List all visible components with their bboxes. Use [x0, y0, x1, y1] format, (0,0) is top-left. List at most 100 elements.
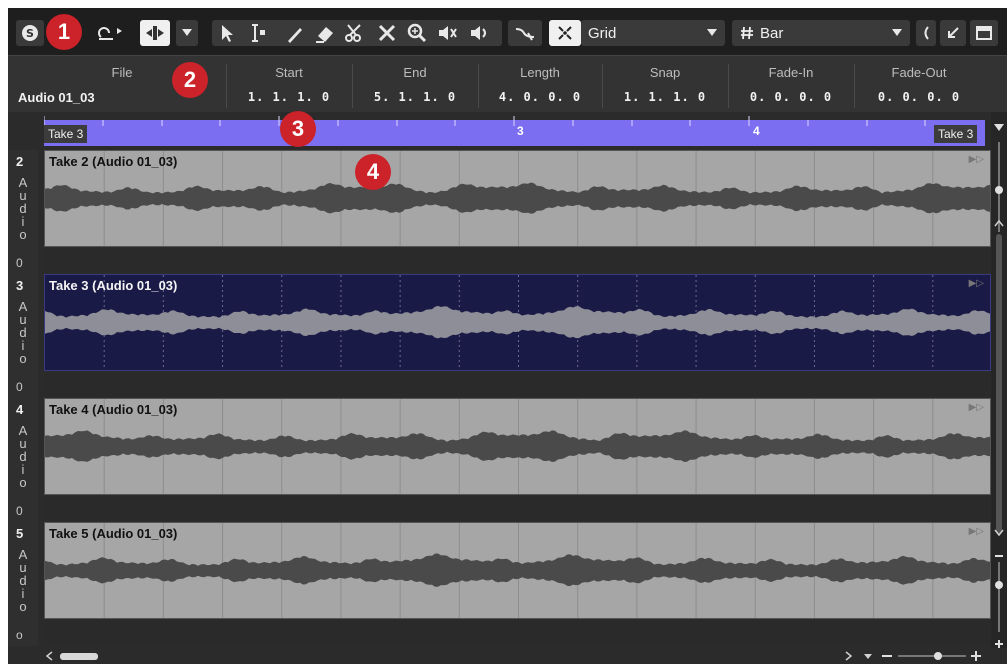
hash-icon	[741, 26, 753, 40]
lane-number: 5	[16, 526, 24, 541]
lane-header[interactable]: 3 A u d i o 0	[8, 274, 38, 398]
horizontal-zoom-controls	[45, 651, 981, 661]
lane-type-label: A u d i o	[18, 175, 28, 242]
take-event[interactable]: Take 2 (Audio 01_03) ▶▷	[44, 150, 991, 247]
tools-icons	[222, 23, 486, 43]
take-event-selected[interactable]: Take 3 (Audio 01_03) ▶▷	[44, 274, 991, 371]
info-fade-out-value: 0. 0. 0. 0	[877, 90, 961, 104]
info-end-label: End	[403, 65, 427, 80]
lane-number: 3	[16, 278, 24, 293]
snap-toggle[interactable]	[549, 20, 581, 46]
ruler-ticks	[44, 116, 926, 126]
info-length-label: Length	[520, 65, 560, 80]
info-file-value: Audio 01_03	[18, 90, 95, 105]
ruler-marker-3: 3	[517, 124, 524, 138]
chevron-down-icon	[707, 29, 717, 36]
info-start-label: Start	[275, 65, 303, 80]
lane-number: 2	[16, 154, 24, 169]
loop-button[interactable]	[90, 20, 130, 46]
collapse-button[interactable]	[940, 20, 966, 46]
horizontal-scroll-bar[interactable]	[8, 648, 1007, 664]
transfer-button[interactable]	[140, 20, 170, 46]
callout-1: 1	[46, 14, 82, 50]
waveform	[45, 151, 990, 246]
transfer-dropdown[interactable]	[176, 20, 198, 46]
play-icon: ▶▷	[968, 154, 984, 165]
take-event[interactable]: Take 5 (Audio 01_03) ▶▷	[44, 522, 991, 619]
svg-text:S: S	[26, 27, 34, 40]
info-snap-value: 1. 1. 1. 0	[623, 90, 707, 104]
quantize-option-button[interactable]	[916, 20, 936, 46]
lane-3[interactable]: 3 A u d i o 0 Take 3 (Audio 01_03) ▶▷	[8, 274, 991, 398]
arrow-down-left-icon	[948, 27, 959, 38]
info-fade-in[interactable]: Fade-In 0. 0. 0. 0	[728, 56, 854, 113]
warp-button[interactable]	[508, 20, 542, 46]
zoom-strip	[991, 112, 1007, 664]
callout-4: 4	[355, 154, 391, 190]
info-end-value: 5. 1. 1. 0	[373, 90, 457, 104]
info-fade-out[interactable]: Fade-Out 0. 0. 0. 0	[854, 56, 984, 113]
window-layout-button[interactable]	[970, 20, 998, 46]
lane-5[interactable]: 5 A u d i o o Take 5 (Audio 01_03) ▶▷	[8, 522, 991, 646]
lane-type-label: A u d i o	[18, 423, 28, 490]
play-icon: ▶▷	[968, 402, 984, 413]
tool-group	[212, 20, 502, 46]
window-layout-icon	[976, 26, 992, 40]
lane-header[interactable]: 5 A u d i o o	[8, 522, 38, 646]
play-icon: ▶▷	[968, 526, 984, 537]
lane-value: 0	[16, 256, 23, 270]
snap-type-select[interactable]: Grid	[581, 20, 725, 46]
lane-value: o	[16, 628, 23, 642]
lane-subrow	[44, 496, 991, 520]
quantize-select[interactable]: Bar	[732, 20, 910, 46]
info-snap-label: Snap	[649, 65, 681, 80]
callout-3: 3	[280, 111, 316, 147]
info-length-value: 4. 0. 0. 0	[498, 90, 582, 104]
callout-2: 2	[172, 62, 208, 98]
take-title: Take 3 (Audio 01_03)	[49, 278, 178, 293]
waveform	[45, 399, 990, 494]
bracket-icon	[924, 26, 929, 40]
ruler-right-take-label: Take 3	[934, 125, 978, 143]
quantize-value: Bar	[760, 24, 784, 42]
ruler-marker-4: 4	[753, 124, 760, 138]
take-title: Take 5 (Audio 01_03)	[49, 526, 178, 541]
snap-grid-icon	[558, 26, 572, 40]
waveform	[45, 275, 990, 370]
lane-header[interactable]: 2 A u d i o 0	[8, 150, 38, 274]
lane-type-label: A u d i o	[18, 299, 28, 366]
sample-editor: S Grid Bar File Audio 01_03 Start 1. 1. …	[8, 8, 1007, 664]
lanes-ruler[interactable]: Take 3 3 4 Take 3	[8, 112, 1007, 150]
waveform	[45, 523, 990, 618]
vertical-zoom-controls	[994, 124, 1004, 648]
take-title: Take 4 (Audio 01_03)	[49, 402, 178, 417]
info-line: File Audio 01_03 Start 1. 1. 1. 0 End 5.…	[8, 55, 1007, 112]
snap-type-value: Grid	[588, 24, 617, 42]
lane-value: 0	[16, 504, 23, 518]
lane-2[interactable]: 2 A u d i o 0 Take 2 (Audio 01_03) ▶▷	[8, 150, 991, 274]
loop-icon	[98, 27, 122, 40]
ruler-left-take-label: Take 3	[44, 125, 88, 143]
info-end[interactable]: End 5. 1. 1. 0	[352, 56, 478, 113]
lane-header[interactable]: 4 A u d i o 0	[8, 398, 38, 522]
lane-type-label: A u d i o	[18, 547, 28, 614]
info-snap[interactable]: Snap 1. 1. 1. 0	[602, 56, 728, 113]
info-fade-in-value: 0. 0. 0. 0	[749, 90, 833, 104]
take-event[interactable]: Take 4 (Audio 01_03) ▶▷	[44, 398, 991, 495]
solo-button[interactable]: S	[16, 20, 44, 46]
info-length[interactable]: Length 4. 0. 0. 0	[478, 56, 602, 113]
chevron-down-icon	[892, 29, 902, 36]
lane-subrow	[44, 248, 991, 272]
toolbar: S Grid Bar	[8, 8, 1007, 55]
lane-subrow	[44, 620, 991, 644]
info-start-value: 1. 1. 1. 0	[247, 90, 331, 104]
play-icon: ▶▷	[968, 278, 984, 289]
info-start[interactable]: Start 1. 1. 1. 0	[226, 56, 352, 113]
info-fade-in-label: Fade-In	[768, 65, 814, 80]
lane-4[interactable]: 4 A u d i o 0 Take 4 (Audio 01_03) ▶▷	[8, 398, 991, 522]
lane-number: 4	[16, 402, 24, 417]
info-fade-out-label: Fade-Out	[891, 65, 947, 80]
lane-value: 0	[16, 380, 23, 394]
chevron-down-icon	[182, 29, 192, 36]
take-title: Take 2 (Audio 01_03)	[49, 154, 178, 169]
